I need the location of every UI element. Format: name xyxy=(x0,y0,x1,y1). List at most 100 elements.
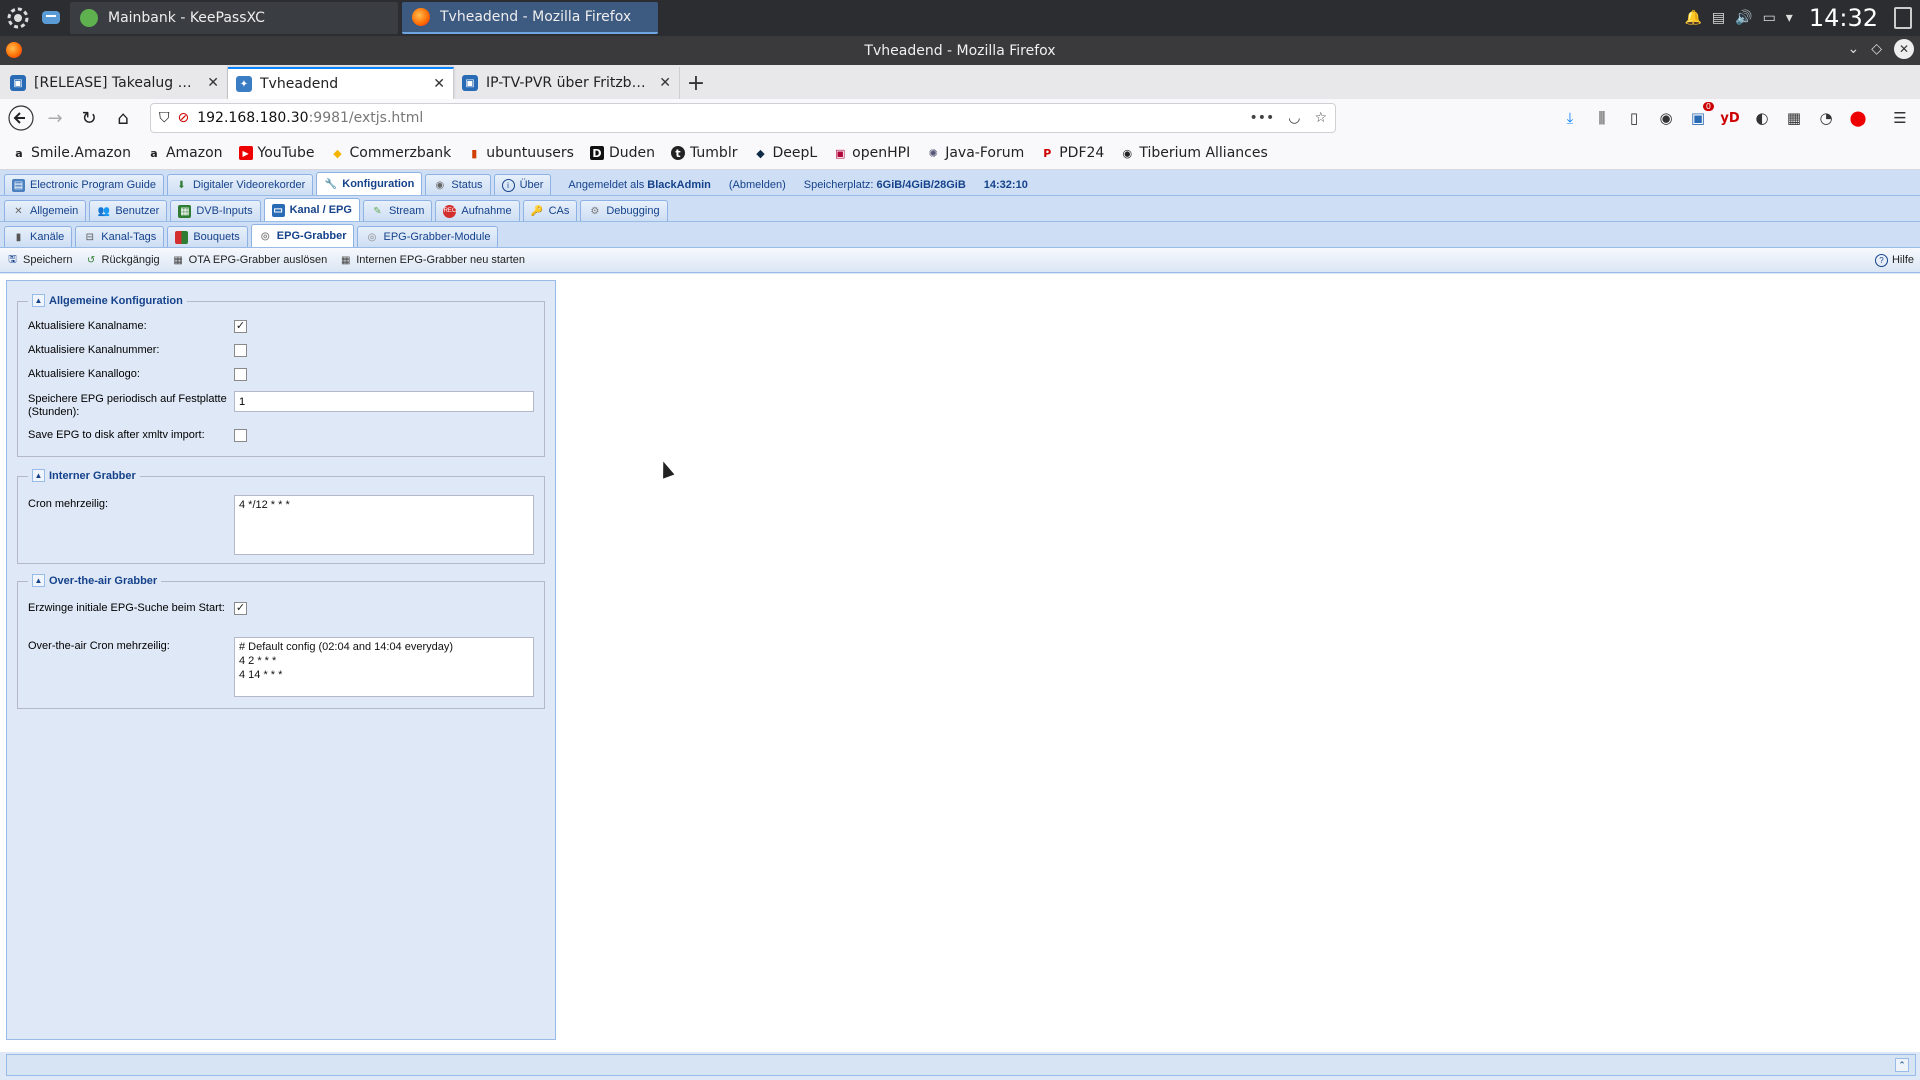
shield-icon[interactable]: ⛉ xyxy=(159,110,170,126)
collapse-toggle-icon[interactable]: ▲ xyxy=(32,294,45,307)
close-tab-icon[interactable]: ✕ xyxy=(659,75,671,91)
restart-internal-grabber-button[interactable]: ▦ Internen EPG-Grabber neu starten xyxy=(339,254,525,267)
tab-status[interactable]: ◉ Status xyxy=(425,174,491,195)
bookmark-pdf24[interactable]: P PDF24 xyxy=(1040,145,1104,161)
task-firefox[interactable]: Tvheadend - Mozilla Firefox xyxy=(402,2,658,34)
browser-tab-takealug[interactable]: ▣ [RELEASE] Takealug EPG Grabber ✕ xyxy=(2,67,228,99)
tab-cas[interactable]: 🔑 CAs xyxy=(522,200,578,221)
commerzbank-icon: ◆ xyxy=(333,146,342,160)
bookmark-youtube[interactable]: ▶ YouTube xyxy=(238,145,314,161)
close-window-icon[interactable]: ✕ xyxy=(1894,39,1914,59)
bookmark-deepl[interactable]: ◆ DeepL xyxy=(753,145,817,161)
sidebar-icon[interactable]: ▯ xyxy=(1624,108,1644,128)
insecure-lock-icon[interactable]: ⊘ xyxy=(178,110,190,126)
clipboard-icon[interactable]: ▤ xyxy=(1712,10,1725,26)
tab-users[interactable]: 👥 Benutzer xyxy=(89,200,168,221)
bookmark-openhpi[interactable]: ▣ openHPI xyxy=(833,145,910,161)
bookmark-ubuntuusers[interactable]: ▮ ubuntuusers xyxy=(467,145,574,161)
tab-recording[interactable]: REC Aufnahme xyxy=(435,200,520,221)
save-epg-after-xmltv-checkbox[interactable] xyxy=(234,429,247,442)
bookmark-smile-amazon[interactable]: a Smile.Amazon xyxy=(12,145,131,161)
force-initial-epg-label: Erzwinge initiale EPG-Suche beim Start: xyxy=(28,602,225,614)
ota-cron-label: Over-the-air Cron mehrzeilig: xyxy=(28,640,170,652)
tab-stream[interactable]: ✎ Stream xyxy=(362,200,433,221)
back-button[interactable] xyxy=(6,103,36,133)
new-tab-button[interactable]: + xyxy=(680,67,712,99)
clock[interactable]: 14:32 xyxy=(1809,4,1878,32)
save-button[interactable]: 🖫 Speichern xyxy=(6,254,72,267)
extension-icon[interactable]: ◐ xyxy=(1752,108,1772,128)
bookmark-amazon[interactable]: a Amazon xyxy=(147,145,222,161)
tab-about[interactable]: i Über xyxy=(493,174,552,195)
browser-tab-tvheadend[interactable]: ✦ Tvheadend ✕ xyxy=(228,67,454,99)
forward-button[interactable]: → xyxy=(40,103,70,133)
logout-link[interactable]: (Abmelden) xyxy=(729,179,786,191)
menu-icon[interactable]: ☰ xyxy=(1890,108,1910,128)
force-initial-epg-checkbox[interactable]: ✓ xyxy=(234,602,247,615)
expand-log-icon[interactable]: ⌃ xyxy=(1895,1058,1909,1072)
tab-bouquets[interactable]: Bouquets xyxy=(167,226,248,247)
show-desktop-icon[interactable] xyxy=(1894,7,1912,29)
tab-dvb-inputs[interactable]: ▦ DVB-Inputs xyxy=(170,200,261,221)
app-launcher-icon[interactable] xyxy=(0,0,36,36)
browser-tab-iptv[interactable]: ▣ IP-TV-PVR über Fritzbox ge ✕ xyxy=(454,67,680,99)
bookmark-duden[interactable]: D Duden xyxy=(589,145,655,161)
undo-button[interactable]: ↺ Rückgängig xyxy=(85,254,160,267)
update-channel-name-label: Aktualisiere Kanalname: xyxy=(28,320,147,332)
close-tab-icon[interactable]: ✕ xyxy=(207,75,219,91)
bookmark-tumblr[interactable]: t Tumblr xyxy=(671,145,737,161)
rec-icon: REC xyxy=(443,204,457,218)
extension-icon[interactable]: ▦ xyxy=(1784,108,1804,128)
internal-cron-textarea[interactable]: 4 */12 * * * xyxy=(234,495,534,555)
volume-icon[interactable]: 🔊 xyxy=(1735,10,1752,26)
help-button[interactable]: ? Hilfe xyxy=(1874,253,1920,267)
display-icon[interactable]: ▭ xyxy=(1763,10,1776,26)
tab-dvr[interactable]: ⬇ Digitaler Videorekorder xyxy=(166,174,314,195)
window-title: Tvheadend - Mozilla Firefox xyxy=(864,42,1056,59)
tab-epg-grabber[interactable]: ◎ EPG-Grabber xyxy=(250,224,355,247)
grabber-modules-icon: ◎ xyxy=(367,231,377,243)
collapse-toggle-icon[interactable]: ▲ xyxy=(32,574,45,587)
bookmark-commerzbank[interactable]: ◆ Commerzbank xyxy=(330,145,451,161)
yandex-dictionary-icon[interactable]: yD xyxy=(1720,108,1740,128)
extension-icon[interactable]: ◔ xyxy=(1816,108,1836,128)
update-channel-number-checkbox[interactable] xyxy=(234,344,247,357)
trigger-ota-grabber-button[interactable]: ▦ OTA EPG-Grabber auslösen xyxy=(172,254,327,267)
download-icon[interactable]: ⤓ xyxy=(1560,108,1580,128)
bookmark-star-icon[interactable]: ☆ xyxy=(1314,110,1327,126)
tab-channels[interactable]: ▮ Kanäle xyxy=(4,226,73,247)
key-icon: 🔑 xyxy=(530,205,544,217)
account-icon[interactable]: ◉ xyxy=(1656,108,1676,128)
minimize-icon[interactable]: ⌄ xyxy=(1847,41,1859,57)
reload-button[interactable]: ↻ xyxy=(74,103,104,133)
collapse-toggle-icon[interactable]: ▲ xyxy=(32,469,45,482)
notification-bell-icon[interactable]: 🔔 xyxy=(1684,10,1701,26)
home-button[interactable]: ⌂ xyxy=(108,103,138,133)
window-titlebar: Tvheadend - Mozilla Firefox ⌄ ◇ ✕ xyxy=(0,36,1920,65)
tab-configuration[interactable]: 🔧 Konfiguration xyxy=(316,172,423,195)
close-tab-icon[interactable]: ✕ xyxy=(433,76,445,92)
url-bar[interactable]: ⛉ ⊘ 192.168.180.30:9981/extjs.html ••• ◡… xyxy=(150,103,1336,133)
chat-app-icon[interactable] xyxy=(36,3,66,33)
library-icon[interactable]: ⫼ xyxy=(1592,108,1612,128)
tab-epg-grabber-modules[interactable]: ◎ EPG-Grabber-Module xyxy=(357,226,499,247)
update-channel-name-checkbox[interactable]: ✓ xyxy=(234,320,247,333)
tray-expand-icon[interactable]: ▾ xyxy=(1786,10,1793,26)
ota-cron-textarea[interactable]: # Default config (02:04 and 14:04 everyd… xyxy=(234,637,534,697)
bookmark-tiberium-alliances[interactable]: ◉ Tiberium Alliances xyxy=(1120,145,1268,161)
task-keepassxc[interactable]: Mainbank - KeePassXC xyxy=(70,2,398,34)
tab-channel-epg[interactable]: ▭ Kanal / EPG xyxy=(263,198,360,221)
page-actions-icon[interactable]: ••• xyxy=(1249,110,1274,126)
maximize-icon[interactable]: ◇ xyxy=(1871,41,1882,57)
tab-general[interactable]: ✕ Allgemein xyxy=(4,200,87,221)
tab-channel-tags[interactable]: ⊟ Kanal-Tags xyxy=(75,226,165,247)
tab-debugging[interactable]: ⚙ Debugging xyxy=(580,200,668,221)
pocket-icon[interactable]: ◡ xyxy=(1288,110,1300,126)
update-channel-logo-checkbox[interactable] xyxy=(234,368,247,381)
bookmark-java-forum[interactable]: ✺ Java-Forum xyxy=(926,145,1025,161)
tab-epg[interactable]: ▤ Electronic Program Guide xyxy=(4,174,164,195)
extension-badge-icon[interactable]: ▣ 0 xyxy=(1688,102,1714,128)
adblock-icon[interactable]: ⬤ xyxy=(1848,108,1868,128)
deepl-icon: ◆ xyxy=(756,146,765,160)
save-epg-periodic-input[interactable] xyxy=(234,391,534,412)
